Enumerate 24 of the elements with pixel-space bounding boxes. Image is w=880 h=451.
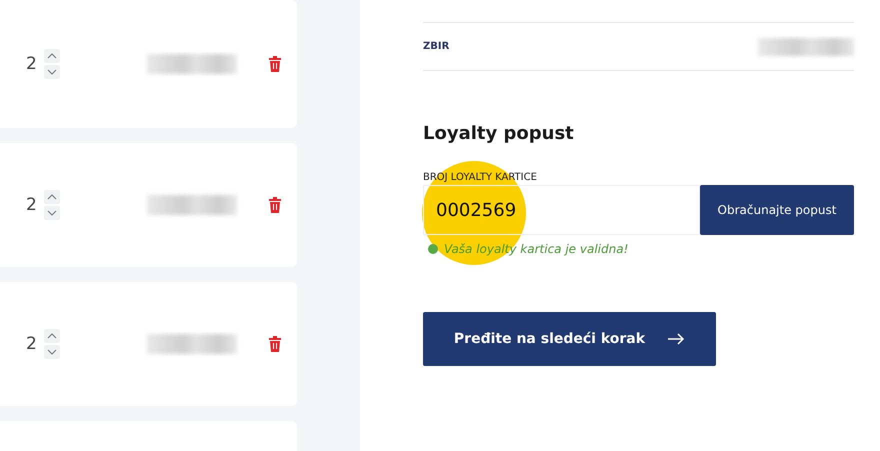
- trash-icon[interactable]: [269, 336, 281, 352]
- chevron-down-icon: [47, 210, 57, 216]
- chevron-up-icon: [47, 53, 57, 59]
- decrement-button[interactable]: [44, 65, 60, 79]
- apply-discount-button[interactable]: Obračunajte popust: [700, 185, 854, 235]
- chevron-down-icon: [47, 349, 57, 355]
- next-step-button[interactable]: Pređite na sledeći korak: [423, 312, 716, 366]
- chevron-down-icon: [47, 69, 57, 75]
- decrement-button[interactable]: [44, 345, 60, 359]
- increment-button[interactable]: [44, 49, 60, 63]
- quantity-value: 2: [26, 334, 38, 354]
- trash-icon[interactable]: [269, 56, 281, 72]
- arrow-right-icon: [667, 333, 686, 345]
- decrement-button[interactable]: [44, 206, 60, 220]
- loyalty-card-field[interactable]: 0002569: [423, 185, 700, 235]
- quantity-value: 2: [26, 195, 38, 215]
- increment-button[interactable]: [44, 190, 60, 204]
- quantity-value: 2: [26, 54, 38, 74]
- trash-icon[interactable]: [269, 197, 281, 213]
- chevron-up-icon: [47, 333, 57, 339]
- chevron-up-icon: [47, 194, 57, 200]
- total-label: ZBIR: [423, 41, 450, 52]
- increment-button[interactable]: [44, 329, 60, 343]
- loyalty-heading: Loyalty popust: [423, 123, 575, 144]
